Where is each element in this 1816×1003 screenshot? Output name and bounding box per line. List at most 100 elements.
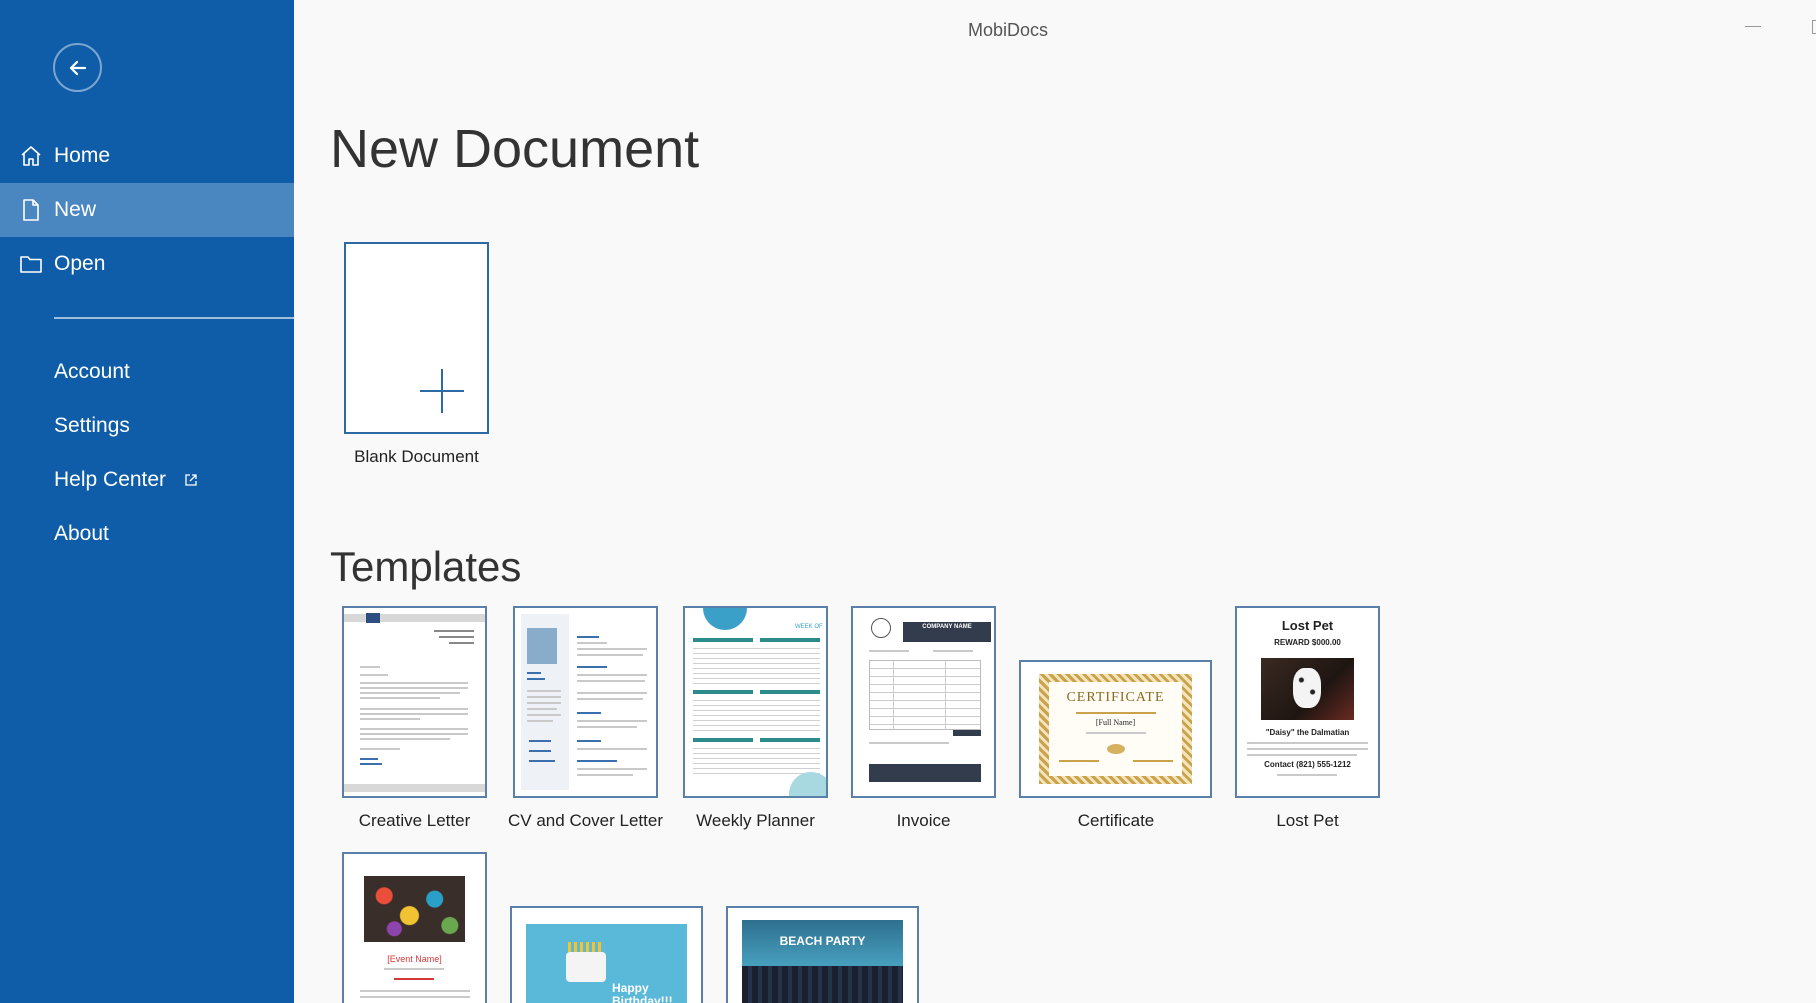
card-label: Lost Pet [1276, 811, 1339, 830]
envelope-icon [366, 613, 380, 623]
mini-line [577, 648, 647, 650]
mini-line [527, 720, 553, 722]
mini-line [360, 738, 450, 740]
invoice-total-band [953, 730, 981, 736]
mini-line [360, 666, 380, 668]
invoice-table-divider [893, 660, 894, 730]
planner-week-label: WEEK OF [795, 624, 823, 630]
mini-line [527, 708, 557, 710]
template-creative-letter[interactable]: Creative Letter [342, 606, 487, 836]
mini-line [360, 758, 378, 760]
sidebar-item-label: Home [54, 144, 111, 167]
sidebar-item-label: Settings [54, 414, 130, 437]
planner-day-header [693, 738, 753, 742]
mini-line [527, 714, 561, 716]
mini-line [577, 712, 601, 714]
card-label: Blank Document [354, 447, 479, 466]
beach-image: BEACH PARTY [742, 920, 903, 1003]
planner-grid [693, 696, 820, 734]
invoice-company-name: COMPANY NAME [922, 624, 972, 630]
mini-line [1133, 760, 1173, 762]
sidebar-item-account[interactable]: Account [0, 345, 294, 399]
template-weekly-planner[interactable]: WEEK OF Weekly Planner [683, 606, 828, 836]
mini-line [527, 702, 561, 704]
lost-pet-title: Lost Pet [1281, 618, 1334, 633]
maximize-button[interactable] [1812, 20, 1816, 34]
folder-icon [20, 256, 42, 273]
mini-line [529, 740, 551, 742]
invoice-table [869, 660, 981, 730]
template-certificate[interactable]: CERTIFICATE [Full Name] Certificate [1019, 606, 1213, 836]
mini-line [577, 768, 647, 770]
sidebar-item-home[interactable]: Home [0, 129, 294, 183]
template-lost-pet[interactable]: Lost Pet REWARD $000.00 "Daisy" the Dalm… [1235, 606, 1380, 836]
mini-line [439, 636, 474, 638]
sidebar-item-open[interactable]: Open [0, 237, 294, 291]
mini-line [360, 713, 468, 715]
mini-line [360, 728, 468, 730]
mini-line [577, 726, 637, 728]
mini-line [360, 697, 440, 699]
mini-line [360, 674, 388, 676]
template-beach-party[interactable]: BEACH PARTY [726, 906, 920, 1003]
mini-line [1247, 742, 1368, 744]
mini-line [577, 642, 607, 644]
dog-photo [1261, 658, 1354, 720]
mini-line [577, 666, 607, 668]
dalmatian-shape [1293, 668, 1321, 708]
template-invoice[interactable]: COMPANY NAME Invoice [851, 606, 996, 836]
candles-shape [568, 942, 604, 952]
blank-document-card[interactable]: Blank Document [344, 242, 490, 472]
cake-shape [566, 952, 606, 982]
template-event-flyer[interactable]: [Event Name] [342, 852, 487, 1003]
plus-icon-vertical [441, 369, 443, 413]
sidebar-item-label: New [54, 198, 97, 221]
mini-line [869, 742, 949, 744]
mini-line [1076, 712, 1156, 714]
template-thumbnail: CERTIFICATE [Full Name] [1019, 660, 1212, 798]
mini-line [1277, 774, 1337, 776]
balloons-image [364, 876, 465, 942]
back-button[interactable] [53, 43, 102, 92]
invoice-footer-band [869, 764, 981, 782]
mini-line [527, 690, 561, 692]
page-title: New Document [330, 119, 700, 179]
certificate-name: [Full Name] [1095, 718, 1136, 727]
lost-pet-name: "Daisy" the Dalmatian [1265, 728, 1350, 737]
mini-line [527, 672, 541, 674]
mini-line [577, 654, 643, 656]
sidebar-item-label: Open [54, 252, 106, 275]
mini-line [360, 687, 468, 689]
sidebar-item-help-center[interactable]: Help Center [0, 453, 294, 507]
template-cv-cover-letter[interactable]: CV and Cover Letter [508, 606, 663, 836]
event-name: [Event Name] [387, 954, 442, 964]
mini-line [384, 968, 444, 970]
planner-grid [693, 644, 820, 686]
mini-line [1247, 748, 1368, 750]
template-thumbnail: Happy Birthday!!! [510, 906, 703, 1003]
birthday-image: Happy Birthday!!! [526, 924, 687, 1003]
mini-line [360, 682, 468, 684]
sidebar-item-new[interactable]: New [0, 183, 294, 237]
planner-day-header [693, 690, 753, 694]
mini-line [360, 718, 420, 720]
blank-document-thumbnail [344, 242, 489, 434]
arrow-left-icon [69, 60, 86, 75]
planner-grid [693, 744, 820, 778]
mini-line [1059, 760, 1099, 762]
app-title: MobiDocs [967, 20, 1049, 40]
templates-heading: Templates [330, 543, 522, 590]
mini-line [1247, 754, 1357, 756]
mini-line [577, 760, 617, 762]
mini-line [869, 650, 909, 652]
template-thumbnail [342, 606, 487, 798]
minimize-button[interactable] [1745, 26, 1761, 27]
mini-line [527, 696, 561, 698]
template-birthday-card[interactable]: Happy Birthday!!! [510, 906, 704, 1003]
mini-line [577, 692, 647, 694]
mini-line [360, 748, 400, 750]
sidebar-item-settings[interactable]: Settings [0, 399, 294, 453]
logo-circle [871, 618, 891, 638]
mini-line [527, 678, 545, 680]
sidebar-item-about[interactable]: About [0, 507, 294, 561]
